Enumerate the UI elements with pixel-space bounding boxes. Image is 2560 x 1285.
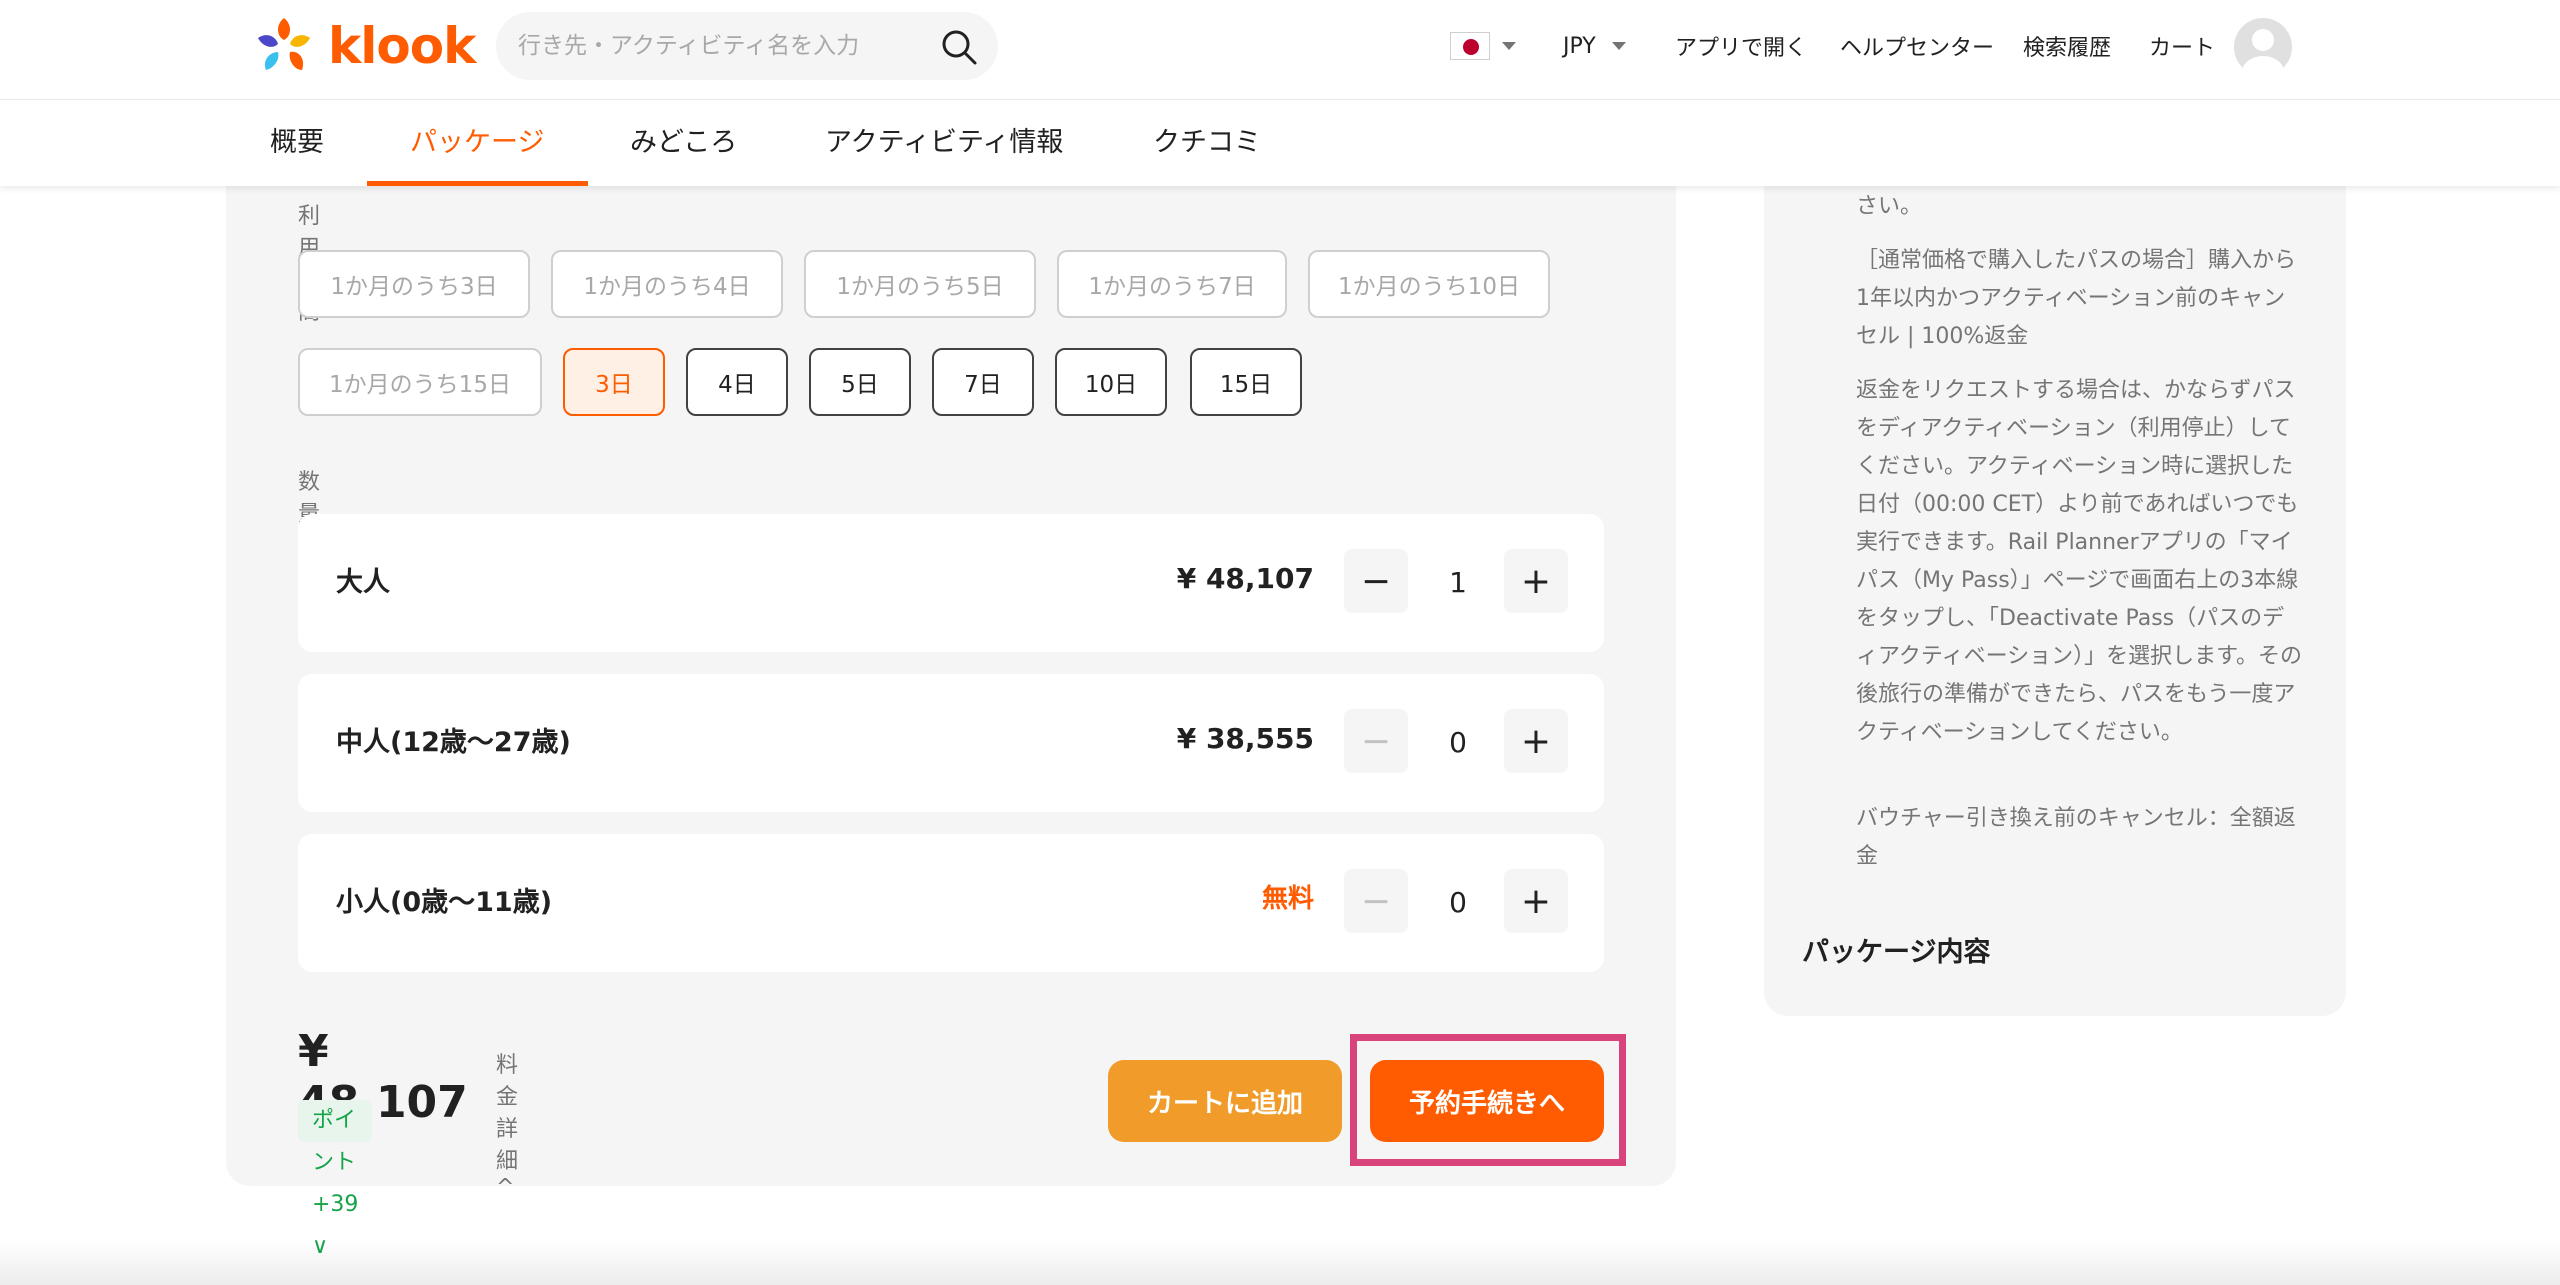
quantity-value: 1 — [1449, 566, 1467, 599]
search-icon[interactable] — [940, 28, 978, 66]
fee-details-toggle[interactable]: 料金詳細 ^ — [496, 1047, 518, 1200]
help-center-link[interactable]: ヘルプセンター — [1840, 0, 1994, 92]
ticket-price: ¥ 48,107 — [1176, 562, 1314, 595]
decrease-quantity-button[interactable]: − — [1344, 869, 1408, 933]
period-option[interactable]: 1か月のうち3日 — [298, 250, 530, 318]
policy-text: さい。 — [1856, 194, 1923, 219]
tab-package[interactable]: パッケージ — [410, 100, 544, 186]
klook-logo-icon — [258, 18, 310, 70]
quantity-row-adult: 大人 ¥ 48,107 − 1 + — [298, 514, 1604, 652]
cart-link[interactable]: カート — [2149, 0, 2215, 92]
increase-quantity-button[interactable]: + — [1504, 549, 1568, 613]
policy-text: バウチャー引き換え前のキャンセル：全額返金 — [1856, 806, 2296, 869]
policy-text: 返金をリクエストする場合は、かならずパスをディアクティベーション（利用停止）して… — [1856, 378, 2302, 745]
ticket-price: 無料 — [1261, 884, 1314, 914]
tab-activity-info[interactable]: アクティビティ情報 — [825, 100, 1063, 186]
package-contents-title[interactable]: パッケージ内容 — [1802, 930, 1990, 969]
search-history-link[interactable]: 検索履歴 — [2023, 0, 2111, 92]
active-tab-indicator — [367, 181, 588, 186]
avatar[interactable] — [2234, 18, 2292, 76]
tab-highlights[interactable]: みどころ — [630, 100, 737, 186]
period-option[interactable]: 4日 — [686, 348, 788, 416]
period-option[interactable]: 1か月のうち4日 — [551, 250, 783, 318]
period-option-selected[interactable]: 3日 — [563, 348, 665, 416]
period-option[interactable]: 1か月のうち15日 — [298, 348, 542, 416]
period-option[interactable]: 10日 — [1055, 348, 1167, 416]
japan-flag-icon[interactable] — [1450, 32, 1490, 60]
decrease-quantity-button[interactable]: − — [1344, 549, 1408, 613]
period-option[interactable]: 1か月のうち10日 — [1308, 250, 1550, 318]
currency-selector[interactable]: JPY — [1563, 0, 1596, 92]
tab-reviews[interactable]: クチコミ — [1153, 100, 1261, 186]
increase-quantity-button[interactable]: + — [1504, 709, 1568, 773]
quantity-row-child: 小人(0歳〜11歳) 無料 − 0 + — [298, 834, 1604, 972]
period-option[interactable]: 15日 — [1190, 348, 1302, 416]
quantity-value: 0 — [1449, 726, 1467, 759]
points-badge[interactable]: ポイント +39 ∨ — [298, 1100, 373, 1259]
open-in-app-link[interactable]: アプリで開く — [1675, 0, 1807, 92]
decrease-quantity-button[interactable]: − — [1344, 709, 1408, 773]
ticket-price: ¥ 38,555 — [1176, 722, 1314, 755]
logo-text: klook — [328, 17, 476, 75]
language-chevron-down-icon[interactable] — [1502, 42, 1516, 50]
period-option[interactable]: 7日 — [932, 348, 1034, 416]
search-placeholder: 行き先・アクティビティ名を入力 — [518, 33, 860, 59]
period-option[interactable]: 1か月のうち5日 — [804, 250, 1036, 318]
add-to-cart-button[interactable]: カートに追加 — [1108, 1060, 1342, 1142]
tab-overview[interactable]: 概要 — [270, 100, 324, 186]
currency-label: JPY — [1563, 33, 1596, 59]
quantity-row-youth: 中人(12歳〜27歳) ¥ 38,555 − 0 + — [298, 674, 1604, 812]
section-tabs: 概要 パッケージ みどころ アクティビティ情報 クチコミ — [0, 100, 2560, 186]
quantity-value: 0 — [1449, 886, 1467, 919]
ticket-type-name: 大人 — [336, 567, 390, 598]
period-option[interactable]: 5日 — [809, 348, 911, 416]
klook-logo[interactable]: klook — [252, 14, 476, 78]
period-option[interactable]: 1か月のうち7日 — [1057, 250, 1287, 318]
currency-chevron-down-icon[interactable] — [1612, 42, 1626, 50]
ticket-type-name: 小人(0歳〜11歳) — [336, 887, 553, 918]
book-now-button[interactable]: 予約手続きへ — [1370, 1060, 1604, 1142]
policy-text: ［通常価格で購入したパスの場合］購入から1年以内かつアクティベーション前のキャン… — [1856, 248, 2297, 349]
cancellation-policy-sidebar: さい。 ［通常価格で購入したパスの場合］購入から1年以内かつアクティベーション前… — [1764, 150, 2346, 1016]
footer-divider — [0, 1240, 2560, 1285]
user-icon — [2242, 29, 2284, 76]
increase-quantity-button[interactable]: + — [1504, 869, 1568, 933]
search-input[interactable]: 行き先・アクティビティ名を入力 — [496, 12, 998, 80]
top-header: klook 行き先・アクティビティ名を入力 JPY アプリで開く ヘルプセンター… — [0, 0, 2560, 100]
ticket-type-name: 中人(12歳〜27歳) — [336, 727, 571, 758]
